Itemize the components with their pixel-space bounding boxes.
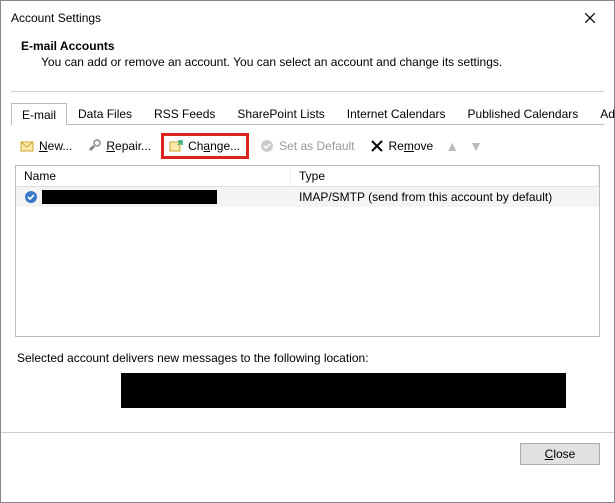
default-check-icon [24,190,38,204]
footer: Close [1,433,614,475]
window-title: Account Settings [11,11,101,25]
tab-data-files[interactable]: Data Files [67,102,143,124]
tab-strip: E-mail Data Files RSS Feeds SharePoint L… [11,102,604,125]
accounts-table: Name Type IMAP/SMTP (send from this acco… [15,165,600,337]
close-button[interactable]: Close [520,443,600,465]
remove-icon [369,138,385,154]
divider [11,91,604,92]
repair-icon [86,138,102,154]
check-circle-icon [259,138,275,154]
header-title: E-mail Accounts [21,39,594,53]
new-button[interactable]: New... [15,136,76,156]
account-settings-dialog: Account Settings E-mail Accounts You can… [0,0,615,503]
tab-published-calendars[interactable]: Published Calendars [457,102,590,124]
new-icon [19,138,35,154]
toolbar: New... Repair... Change... Set as Defaul… [1,125,614,165]
change-button[interactable]: Change... [161,133,249,159]
remove-button[interactable]: Remove [365,136,438,156]
account-name-redacted [42,190,217,204]
tab-address-books[interactable]: Address Books [589,102,615,124]
move-down-icon: ▼ [467,138,485,154]
header: E-mail Accounts You can add or remove an… [1,33,614,83]
col-type[interactable]: Type [291,166,599,186]
location-redacted [121,373,566,408]
tab-sharepoint-lists[interactable]: SharePoint Lists [226,102,335,124]
header-description: You can add or remove an account. You ca… [21,55,594,69]
tab-email[interactable]: E-mail [11,103,67,125]
repair-button[interactable]: Repair... [82,136,155,156]
change-icon [168,138,184,154]
titlebar: Account Settings [1,1,614,33]
table-row[interactable]: IMAP/SMTP (send from this account by def… [16,187,599,207]
location-text: Selected account delivers new messages t… [17,351,598,365]
tab-rss-feeds[interactable]: RSS Feeds [143,102,226,124]
col-name[interactable]: Name [16,166,291,186]
table-header: Name Type [16,166,599,187]
close-icon[interactable] [574,7,606,29]
move-up-icon: ▲ [443,138,461,154]
set-default-button: Set as Default [255,136,358,156]
account-type: IMAP/SMTP (send from this account by def… [291,187,599,207]
tab-internet-calendars[interactable]: Internet Calendars [336,102,457,124]
